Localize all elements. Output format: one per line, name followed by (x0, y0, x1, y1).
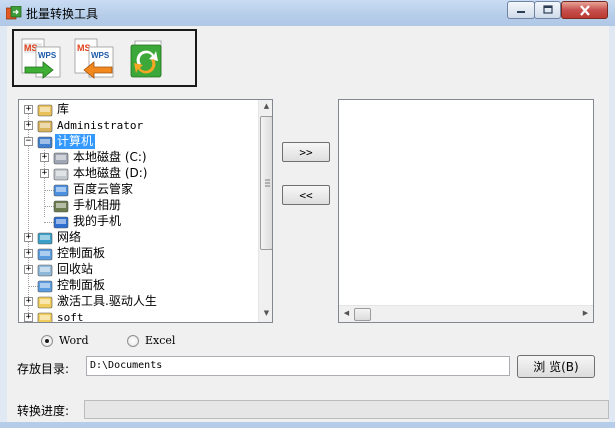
svg-text:WPS: WPS (91, 51, 110, 60)
library-icon (37, 104, 53, 117)
window-title: 批量转换工具 (26, 7, 99, 21)
conversion-progress-bar (84, 400, 609, 419)
tree-item-label[interactable]: Administrator (55, 118, 145, 133)
svg-text:MS: MS (77, 43, 91, 53)
drive-d-icon (53, 168, 69, 181)
close-icon (579, 4, 590, 16)
title-bar[interactable]: 批量转换工具 (0, 0, 615, 26)
client-area: MS WPS MS WPS + 库 + Administrator − 计算机 … (7, 26, 609, 422)
ms-label-icon: MS (24, 43, 38, 53)
tree-item-label[interactable]: 回收站 (55, 262, 95, 277)
window-frame (0, 422, 615, 428)
app-icon (6, 6, 22, 20)
remove-from-list-button[interactable]: << (282, 185, 330, 205)
tree-item-label[interactable]: 控制面板 (55, 278, 107, 293)
list-horizontal-scrollbar[interactable]: ◀ ▶ (339, 305, 593, 322)
network-icon (37, 232, 53, 245)
scroll-down-icon[interactable]: ▼ (259, 309, 272, 317)
drive-c-icon (53, 152, 69, 165)
selected-files-list[interactable]: ◀ ▶ (338, 99, 594, 323)
close-button[interactable] (561, 1, 608, 19)
scroll-up-icon[interactable]: ▲ (259, 102, 272, 110)
folder-icon (37, 312, 53, 322)
toolbar: MS WPS MS WPS (12, 29, 197, 87)
scroll-right-icon[interactable]: ▶ (578, 309, 593, 317)
tree-item-label[interactable]: 百度云管家 (71, 182, 135, 197)
tree-expander-13[interactable]: + (24, 313, 33, 322)
tree-item-label[interactable]: 库 (55, 102, 71, 117)
browse-button[interactable]: 浏 览(B) (517, 355, 595, 378)
scroll-left-icon[interactable]: ◀ (339, 309, 354, 317)
control-panel-icon (37, 280, 53, 293)
excel-radio[interactable] (127, 334, 139, 347)
minimize-button[interactable] (507, 1, 535, 19)
tree-expander-0[interactable]: + (24, 105, 33, 114)
user-folder-icon (37, 120, 53, 133)
ms-to-wps-button[interactable]: MS WPS (19, 35, 65, 83)
folder-icon (37, 296, 53, 309)
list-scroll-thumb[interactable] (354, 308, 371, 321)
tree-scroll-thumb[interactable] (260, 116, 272, 250)
tree-vertical-scrollbar[interactable]: ▲ ▼ (258, 100, 272, 322)
phone-album-icon (53, 200, 69, 213)
control-panel-icon (37, 248, 53, 261)
svg-text:WPS: WPS (38, 51, 57, 60)
word-radio[interactable] (41, 334, 53, 347)
excel-label: Excel (145, 334, 176, 347)
tree-item-label[interactable]: 手机相册 (71, 198, 123, 213)
refresh-button[interactable] (126, 35, 172, 83)
tree-item-label[interactable]: 本地磁盘 (C:) (71, 150, 149, 165)
cloud-icon (53, 184, 69, 197)
tree-item-label[interactable]: 控制面板 (55, 246, 107, 261)
tree-item-label[interactable]: 本地磁盘 (D:) (71, 166, 149, 181)
output-dir-input[interactable]: D:\Documents (86, 356, 510, 376)
recycle-bin-icon (37, 264, 53, 277)
tree-expander-9[interactable]: + (24, 249, 33, 258)
phone-icon (53, 216, 69, 229)
tree-expander-1[interactable]: + (24, 121, 33, 130)
tree-item-label[interactable]: 计算机 (55, 134, 96, 149)
computer-icon (37, 136, 53, 149)
format-word-option[interactable]: Word (41, 334, 88, 347)
progress-label: 转换进度: (17, 404, 70, 418)
format-excel-option[interactable]: Excel (127, 334, 175, 347)
add-to-list-button[interactable]: >> (282, 142, 330, 162)
output-dir-label: 存放目录: (17, 362, 70, 376)
grip-icon (265, 179, 270, 187)
tree-item-label[interactable]: 激活工具.驱动人生 (55, 294, 159, 309)
folder-tree[interactable]: + 库 + Administrator − 计算机 + 本地磁盘 (C:) + 本地磁盘 (D:)… (18, 99, 273, 323)
word-label: Word (59, 334, 89, 347)
batch-convert-window: 批量转换工具 MS WPS MS WPS + 库 + Administrator… (0, 0, 615, 428)
maximize-icon (542, 5, 553, 14)
wps-to-ms-button[interactable]: MS WPS (72, 35, 118, 83)
tree-expander-10[interactable]: + (24, 265, 33, 274)
tree-item-label[interactable]: 我的手机 (71, 214, 123, 229)
maximize-button[interactable] (534, 1, 561, 19)
tree-expander-4[interactable]: + (40, 169, 49, 178)
tree-item-label[interactable]: 网络 (55, 230, 83, 245)
tree-item-label[interactable]: soft (55, 310, 86, 322)
tree-expander-8[interactable]: + (24, 233, 33, 242)
tree-expander-2[interactable]: − (24, 137, 33, 146)
tree-expander-12[interactable]: + (24, 297, 33, 306)
minimize-icon (517, 11, 525, 13)
tree-expander-3[interactable]: + (40, 153, 49, 162)
tree-view[interactable]: + 库 + Administrator − 计算机 + 本地磁盘 (C:) + 本地磁盘 (D:)… (19, 100, 258, 322)
